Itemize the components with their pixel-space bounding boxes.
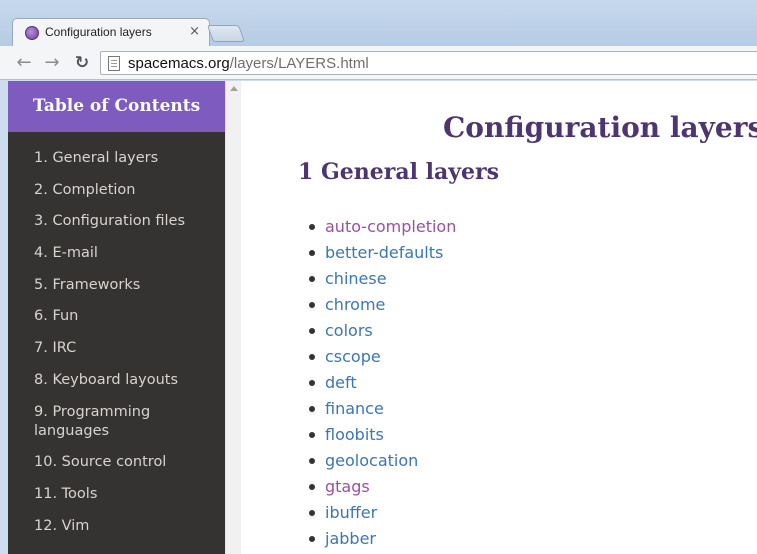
list-item: gtags: [308, 474, 456, 500]
layer-link[interactable]: ibuffer: [325, 503, 377, 522]
layer-list: auto-completion better-defaults chinese chr…: [308, 214, 456, 552]
layer-link[interactable]: colors: [325, 321, 373, 340]
layer-link[interactable]: cscope: [325, 347, 381, 366]
spacemacs-favicon-icon: [25, 26, 39, 40]
list-item: colors: [308, 318, 456, 344]
list-item: cscope: [308, 344, 456, 370]
toc-item-email[interactable]: 4. E-mail: [8, 244, 225, 263]
layer-link[interactable]: gtags: [325, 477, 370, 496]
toc-item-irc[interactable]: 7. IRC: [8, 339, 225, 358]
layer-link[interactable]: finance: [325, 399, 384, 418]
tab-close-icon[interactable]: ×: [189, 24, 200, 40]
toc-item-general-layers[interactable]: 1. General layers: [8, 149, 225, 168]
toc-item-programming-languages[interactable]: 9. Programming languages: [8, 403, 225, 441]
layer-link[interactable]: deft: [325, 373, 357, 392]
list-item: chrome: [308, 292, 456, 318]
browser-toolbar: ← → ↻ spacemacs.org/layers/LAYERS.html: [0, 46, 757, 80]
layer-link[interactable]: better-defaults: [325, 243, 443, 262]
layer-link[interactable]: auto-completion: [325, 217, 456, 236]
list-item: better-defaults: [308, 240, 456, 266]
main-content: Configuration layers 1 General layers au…: [241, 81, 757, 554]
section-heading: 1 General layers: [298, 159, 499, 185]
layer-link[interactable]: jabber: [325, 529, 376, 548]
layer-link[interactable]: geolocation: [325, 451, 418, 470]
toc-sidebar: Table of Contents 1. General layers 2. C…: [8, 81, 225, 554]
url-host: spacemacs.org: [128, 55, 230, 72]
toc-list: 1. General layers 2. Completion 3. Confi…: [8, 132, 225, 536]
sidebar-scrollbar[interactable]: [225, 81, 241, 554]
back-arrow-icon[interactable]: ←: [13, 52, 35, 74]
list-item: ibuffer: [308, 500, 456, 526]
browser-tab[interactable]: Configuration layers ×: [12, 18, 210, 46]
address-bar[interactable]: spacemacs.org/layers/LAYERS.html: [100, 51, 757, 75]
list-item: deft: [308, 370, 456, 396]
list-item: jabber: [308, 526, 456, 552]
toc-item-configuration-files[interactable]: 3. Configuration files: [8, 212, 225, 231]
toc-item-completion[interactable]: 2. Completion: [8, 181, 225, 200]
toc-item-fun[interactable]: 6. Fun: [8, 307, 225, 326]
list-item: floobits: [308, 422, 456, 448]
list-item: geolocation: [308, 448, 456, 474]
toc-item-frameworks[interactable]: 5. Frameworks: [8, 276, 225, 295]
web-page: Table of Contents 1. General layers 2. C…: [8, 81, 757, 554]
layer-link[interactable]: floobits: [325, 425, 384, 444]
page-icon: [108, 56, 120, 71]
list-item: chinese: [308, 266, 456, 292]
toc-item-tools[interactable]: 11. Tools: [8, 485, 225, 504]
list-item: finance: [308, 396, 456, 422]
url-text[interactable]: spacemacs.org/layers/LAYERS.html: [128, 55, 369, 72]
list-item: auto-completion: [308, 214, 456, 240]
toc-item-source-control[interactable]: 10. Source control: [8, 453, 225, 472]
reload-icon[interactable]: ↻: [71, 52, 93, 74]
layer-link[interactable]: chinese: [325, 269, 387, 288]
toc-item-keyboard-layouts[interactable]: 8. Keyboard layouts: [8, 371, 225, 390]
window-titlebar: Configuration layers ×: [0, 0, 757, 46]
tab-title: Configuration layers: [45, 25, 152, 39]
forward-arrow-icon[interactable]: →: [41, 52, 63, 74]
layer-link[interactable]: chrome: [325, 295, 385, 314]
toc-title: Table of Contents: [8, 81, 225, 132]
scroll-up-arrow-icon[interactable]: [230, 86, 238, 91]
url-path: /layers/LAYERS.html: [229, 55, 369, 72]
page-title: Configuration layers: [443, 111, 757, 144]
toc-item-vim[interactable]: 12. Vim: [8, 517, 225, 536]
new-tab-button[interactable]: [206, 25, 246, 42]
